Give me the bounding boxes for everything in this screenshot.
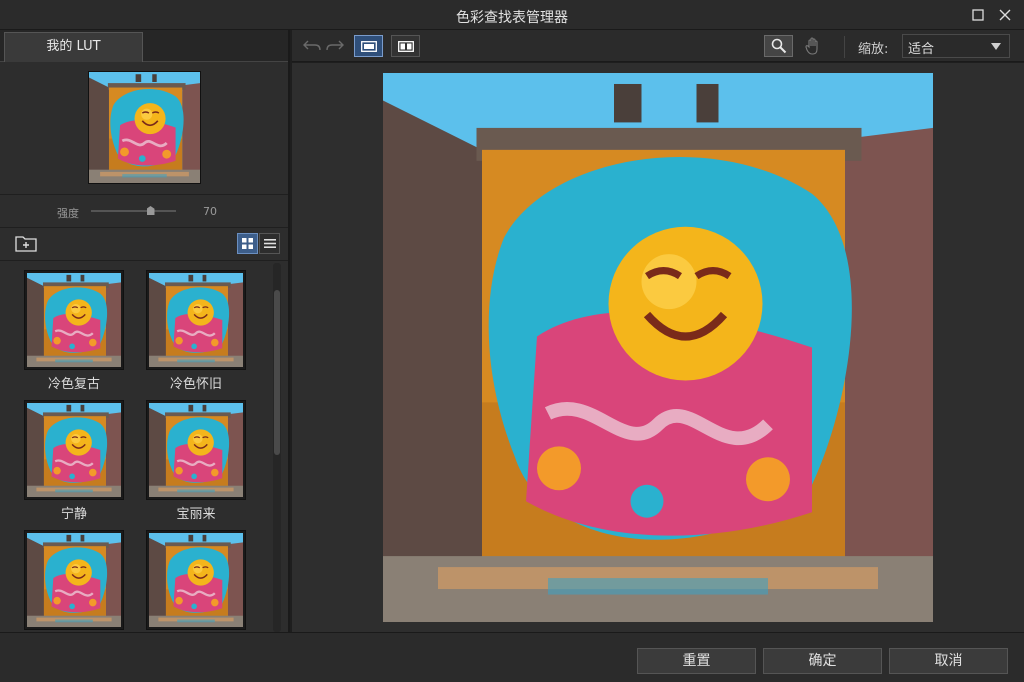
- tab-my-lut[interactable]: 我的 LUT: [4, 32, 143, 62]
- lut-panel: 我的 LUT 强度 70 冷色复古 冷色怀旧 宁静 宝丽来: [0, 30, 290, 632]
- title-bar: 色彩查找表管理器: [0, 0, 1024, 30]
- strength-value: 70: [203, 205, 217, 218]
- close-icon[interactable]: [995, 5, 1015, 25]
- lut-thumbnail: [27, 403, 121, 497]
- zoom-label: 缩放:: [858, 42, 889, 57]
- lut-item-label: 宝丽来: [176, 507, 216, 522]
- strength-label: 强度: [57, 207, 79, 220]
- divider: [0, 227, 288, 228]
- scrollbar-thumb[interactable]: [274, 290, 280, 455]
- lut-item[interactable]: 宁静: [24, 400, 124, 522]
- divider: [0, 260, 288, 261]
- lut-thumbnail: [27, 273, 121, 367]
- zoom-dropdown-value: 适合: [908, 42, 935, 57]
- lut-thumbnail: [149, 533, 243, 627]
- divider: [0, 194, 288, 195]
- dialog-footer: 重置 确定 取消: [0, 632, 1024, 682]
- lut-grid: 冷色复古 冷色怀旧 宁静 宝丽来: [0, 262, 288, 632]
- zoom-tool-button[interactable]: [764, 35, 793, 57]
- tab-strip: 我的 LUT: [0, 30, 288, 62]
- single-view-button[interactable]: [354, 35, 383, 57]
- lut-item[interactable]: 冷色复古: [24, 270, 124, 392]
- lut-item[interactable]: [24, 530, 124, 632]
- cancel-button[interactable]: 取消: [889, 648, 1008, 674]
- lut-thumbnail: [27, 533, 121, 627]
- lut-item[interactable]: 宝丽来: [146, 400, 246, 522]
- toolbar-divider: [844, 36, 845, 58]
- lut-item-label: 冷色复古: [47, 377, 100, 392]
- strength-slider-handle[interactable]: [146, 206, 155, 215]
- magnifier-icon: [771, 38, 786, 54]
- grid-view-icon[interactable]: [237, 233, 258, 254]
- strength-slider[interactable]: [91, 210, 176, 212]
- preview-toolbar: 缩放: 适合: [292, 30, 1024, 62]
- hand-tool-icon[interactable]: [802, 36, 824, 56]
- zoom-dropdown[interactable]: 适合: [902, 34, 1010, 58]
- lut-thumbnail: [149, 273, 243, 367]
- chevron-down-icon: [991, 43, 1001, 50]
- reset-button[interactable]: 重置: [637, 648, 756, 674]
- lut-item[interactable]: 冷色怀旧: [146, 270, 246, 392]
- preview-image: [383, 73, 933, 622]
- lut-preview-thumbnail: [88, 71, 201, 184]
- window-title: 色彩查找表管理器: [456, 10, 568, 26]
- ok-button[interactable]: 确定: [763, 648, 882, 674]
- redo-icon[interactable]: [325, 36, 345, 56]
- lut-item-label: 冷色怀旧: [169, 377, 222, 392]
- list-view-icon[interactable]: [259, 233, 280, 254]
- lut-item-label: 宁静: [60, 507, 87, 522]
- split-view-button[interactable]: [391, 35, 420, 57]
- undo-icon[interactable]: [302, 36, 322, 56]
- lut-item[interactable]: [146, 530, 246, 632]
- maximize-icon[interactable]: [968, 5, 988, 25]
- new-folder-icon[interactable]: [15, 234, 37, 252]
- lut-thumbnail: [149, 403, 243, 497]
